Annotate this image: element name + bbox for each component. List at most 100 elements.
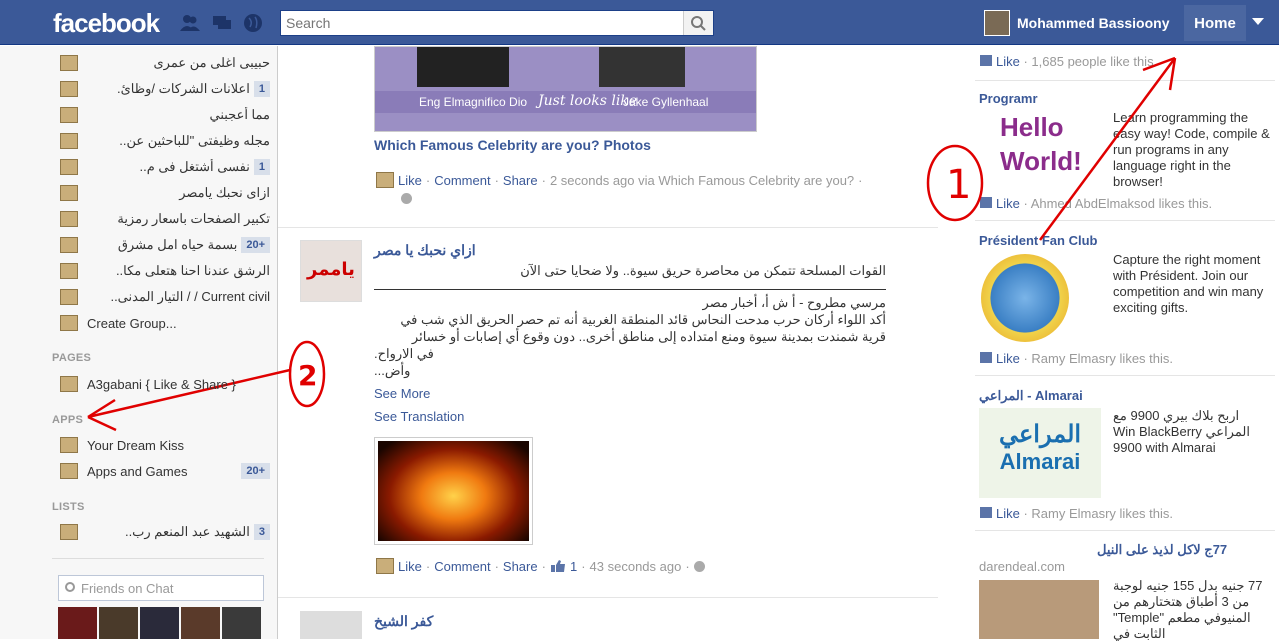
bookmark-icon: [60, 237, 78, 253]
search-box: [280, 10, 714, 36]
thumbs-up-icon: [980, 197, 992, 208]
page-avatar[interactable]: ياممر: [300, 240, 362, 302]
sidebar-app-item[interactable]: Apps and Games 20+: [60, 460, 270, 482]
sidebar-item[interactable]: الرشق عندنا احنا هتعلى مكا..: [60, 260, 270, 282]
chat-friend-avatar[interactable]: [99, 607, 138, 639]
home-button[interactable]: Home: [1184, 5, 1246, 41]
like-count[interactable]: 1: [570, 559, 577, 574]
ad-image-text: World!: [1000, 146, 1082, 176]
photo-face-left: [417, 47, 509, 87]
chat-friend-avatar[interactable]: [222, 607, 261, 639]
story-actions: Like · Comment · Share · 1 · 43 seconds ago ·: [376, 558, 705, 574]
bookmark-icon: [60, 55, 78, 71]
see-more-link[interactable]: See More: [374, 386, 430, 401]
story-title[interactable]: Which Famous Celebrity are you? Photos: [374, 137, 651, 153]
ad-title[interactable]: المراعي - Almarai: [979, 388, 1083, 404]
see-translation-link[interactable]: See Translation: [374, 409, 464, 424]
thumbs-up-icon: [980, 352, 992, 363]
ad-image[interactable]: Hello World!: [980, 110, 1100, 190]
comment-link[interactable]: Comment: [434, 173, 490, 188]
avatar: [984, 10, 1010, 36]
sidebar-app-item[interactable]: Your Dream Kiss: [60, 434, 270, 456]
sidebar-item[interactable]: Current civil / / التيار المدنى..: [60, 286, 270, 308]
sidebar-item-label: مجله وظيفتى "للباحثين عن..: [119, 133, 270, 148]
divider: [975, 530, 1275, 531]
share-link[interactable]: Share: [503, 559, 538, 574]
page-avatar[interactable]: [300, 611, 362, 639]
ad-image[interactable]: [979, 580, 1099, 639]
bookmark-icon: [60, 107, 78, 123]
sidebar-item[interactable]: بسمة حياه امل مشرق 20+: [60, 234, 270, 256]
story-line: قرية شمندت بمدينة سيوة ومنع امتداده إلى …: [411, 329, 886, 344]
like-link[interactable]: Like: [996, 351, 1020, 366]
sidebar-page-item[interactable]: A3gabani { Like & Share }: [60, 373, 270, 395]
divider: [278, 597, 938, 598]
friend-requests-icon[interactable]: [180, 13, 200, 33]
like-link[interactable]: Like: [398, 173, 422, 188]
thumbs-up-icon: [550, 560, 565, 572]
chat-friend-avatar[interactable]: [181, 607, 220, 639]
sidebar-item-label: مما أعجبني: [209, 107, 271, 122]
like-line: Like · Ramy Elmasry likes this.: [980, 506, 1173, 521]
ad-title[interactable]: Programr: [979, 91, 1038, 106]
sidebar-item[interactable]: مما أعجبني: [60, 104, 270, 126]
facebook-logo[interactable]: facebook: [53, 8, 160, 39]
chat-friend-avatar[interactable]: [140, 607, 179, 639]
timestamp[interactable]: 43 seconds ago: [590, 559, 682, 574]
ad-image[interactable]: [981, 254, 1069, 342]
ad-title[interactable]: Président Fan Club: [979, 233, 1097, 248]
chat-friend-avatar[interactable]: [58, 607, 97, 639]
chat-search-input[interactable]: Friends on Chat: [58, 575, 264, 601]
ad-text[interactable]: Learn programming the easy way! Code, co…: [1113, 110, 1273, 190]
top-bar: facebook Mohammed Bassioony Home: [0, 0, 1279, 45]
pages-header: PAGES: [52, 352, 92, 364]
public-globe-icon: [693, 560, 705, 572]
user-name: Mohammed Bassioony: [1017, 15, 1170, 31]
photo-caption-right: Jake Gyllenhaal: [623, 95, 709, 109]
count-badge: 1: [253, 159, 270, 175]
fire-photo[interactable]: [374, 437, 533, 545]
sidebar-item[interactable]: اعلانات الشركات /وظائ. 1: [60, 78, 270, 100]
sidebar-item[interactable]: Create Group...: [60, 312, 270, 334]
story-author[interactable]: كفر الشيخ: [374, 613, 433, 630]
bookmark-icon: [60, 437, 78, 453]
sidebar-item[interactable]: تكبير الصفحات باسعار رمزية: [60, 208, 270, 230]
share-link[interactable]: Share: [503, 173, 538, 188]
comment-link[interactable]: Comment: [434, 559, 490, 574]
sidebar-item[interactable]: نفسى أشتغل فى م.. 1: [60, 156, 270, 178]
search-input[interactable]: [281, 11, 681, 35]
notifications-globe-icon[interactable]: [243, 13, 263, 33]
public-globe-icon: [401, 193, 412, 204]
bookmark-icon: [60, 463, 78, 479]
ad-title[interactable]: 77ج لاكل لذيذ على النيل: [1097, 542, 1227, 558]
ad-domain[interactable]: darendeal.com: [979, 559, 1065, 574]
sidebar-item[interactable]: حبيبى اغلى من عمرى: [60, 52, 270, 74]
ad-text[interactable]: اربح بلاك بيري 9900 مع المراعي Win Black…: [1113, 408, 1273, 456]
like-link[interactable]: Like: [996, 54, 1020, 69]
ad-text[interactable]: 77 جنيه بدل 155 جنيه لوجبة من 3 أطباق هت…: [1113, 578, 1273, 642]
sidebar-list-item[interactable]: الشهيد عبد المنعم رب.. 3: [60, 521, 270, 543]
celebrity-photo[interactable]: Eng Elmagnifico Dio Just looks like Jake…: [374, 46, 757, 132]
like-link[interactable]: Like: [996, 196, 1020, 211]
like-link[interactable]: Like: [398, 559, 422, 574]
messages-icon[interactable]: [212, 13, 232, 33]
timestamp[interactable]: 2 seconds ago via Which Famous Celebrity…: [550, 173, 854, 188]
like-link[interactable]: Like: [996, 506, 1020, 521]
sidebar-item[interactable]: مجله وظيفتى "للباحثين عن..: [60, 130, 270, 152]
account-menu-chevron-icon[interactable]: [1252, 18, 1264, 25]
lists-header: LISTS: [52, 501, 85, 513]
sidebar-item[interactable]: ازاى نحبك يامصر: [60, 182, 270, 204]
search-icon: [65, 582, 75, 592]
like-text: 1,685 people like this.: [1031, 54, 1158, 69]
divider: [975, 375, 1275, 376]
search-button[interactable]: [683, 11, 713, 35]
like-line: Like · Ahmed AbdElmaksod likes this.: [980, 196, 1212, 211]
bookmark-icon: [60, 185, 78, 201]
profile-link[interactable]: Mohammed Bassioony: [984, 8, 1169, 38]
story-author[interactable]: ازاي نحبك يا مصر: [374, 242, 476, 259]
divider: [52, 558, 264, 559]
thumbs-up-icon: [980, 55, 992, 66]
ad-text[interactable]: Capture the right moment with Président.…: [1113, 252, 1273, 316]
ad-image[interactable]: المراعي Almarai: [979, 408, 1101, 498]
photo-caption-left: Eng Elmagnifico Dio: [419, 95, 528, 109]
